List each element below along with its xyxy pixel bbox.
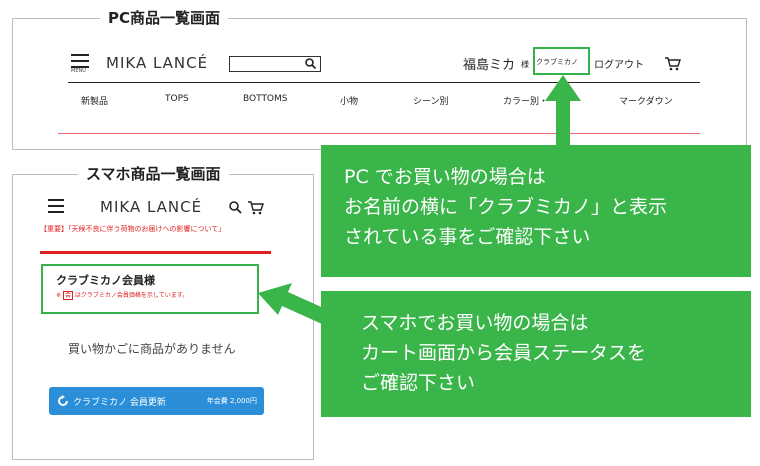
user-name: 福島ミカ (463, 58, 516, 73)
nav-color[interactable]: カラー別・ (503, 94, 548, 107)
pc-logo[interactable]: MIKA LANCÉ (106, 54, 208, 72)
nav-accessories[interactable]: 小物 (340, 94, 358, 107)
cart-empty-message: 買い物かごに商品がありません (68, 342, 236, 356)
pc-frame (12, 18, 747, 150)
nav-tops[interactable]: TOPS (165, 94, 189, 104)
search-icon[interactable] (305, 58, 317, 70)
sp-callout: スマホでお買い物の場合は カート画面から会員ステータスを ご確認下さい (321, 291, 751, 417)
sp-cart-icon[interactable] (248, 201, 264, 215)
sp-arrow (258, 283, 328, 324)
sp-callout-line-2: カート画面から会員ステータスを (361, 342, 647, 364)
pc-callout: PC でお買い物の場合は お名前の横に「クラブミカノ」と表示 されている事をご確… (321, 145, 751, 277)
pc-red-divider (58, 133, 700, 134)
sp-callout-line-1: スマホでお買い物の場合は (361, 312, 589, 334)
member-status-title: クラブミカノ会員様 (56, 274, 155, 287)
logout-link[interactable]: ログアウト (594, 56, 644, 71)
member-note: ※ 会 はクラブミカノ会員価格を示しています。 (56, 290, 189, 300)
pc-section-title: PC商品一覧画面 (100, 7, 229, 28)
user-suffix: 様 (521, 60, 529, 69)
menu-caption: MENU (71, 68, 86, 74)
member-renew-button[interactable]: クラブミカノ 会員更新 年会費 2,000円 (49, 387, 264, 415)
member-renew-label: クラブミカノ 会員更新 (73, 398, 166, 408)
refresh-icon (58, 395, 68, 406)
sp-callout-line-3: ご確認下さい (361, 372, 476, 394)
pc-callout-line-2: お名前の横に「クラブミカノ」と表示 (344, 196, 668, 218)
nav-bottoms[interactable]: BOTTOMS (243, 94, 288, 104)
sp-red-divider (40, 251, 271, 254)
nav-markdown[interactable]: マークダウン (619, 94, 673, 107)
sp-notice[interactable]: 【重要】「天候不良に伴う荷物のお届けへの影響について」 (40, 224, 268, 234)
member-note-text: はクラブミカノ会員価格を示しています。 (74, 292, 189, 299)
member-badge: クラブミカノ (536, 58, 578, 66)
member-price-mark: 会 (62, 291, 73, 300)
sp-search-icon[interactable] (229, 201, 242, 214)
nav-new[interactable]: 新製品 (81, 94, 108, 107)
cart-icon[interactable] (665, 57, 681, 71)
pc-header-divider (68, 82, 700, 83)
member-note-pre: ※ (56, 292, 62, 299)
pc-callout-line-3: されている事をご確認下さい (344, 226, 591, 248)
sp-section-title: スマホ商品一覧画面 (78, 163, 229, 184)
sp-menu-icon[interactable] (48, 199, 64, 217)
pc-callout-line-1: PC でお買い物の場合は (344, 166, 546, 188)
member-fee: 年会費 2,000円 (206, 397, 257, 405)
sp-logo[interactable]: MIKA LANCÉ (100, 198, 202, 216)
nav-scene[interactable]: シーン別 (413, 94, 449, 107)
pc-arrow (545, 75, 581, 155)
